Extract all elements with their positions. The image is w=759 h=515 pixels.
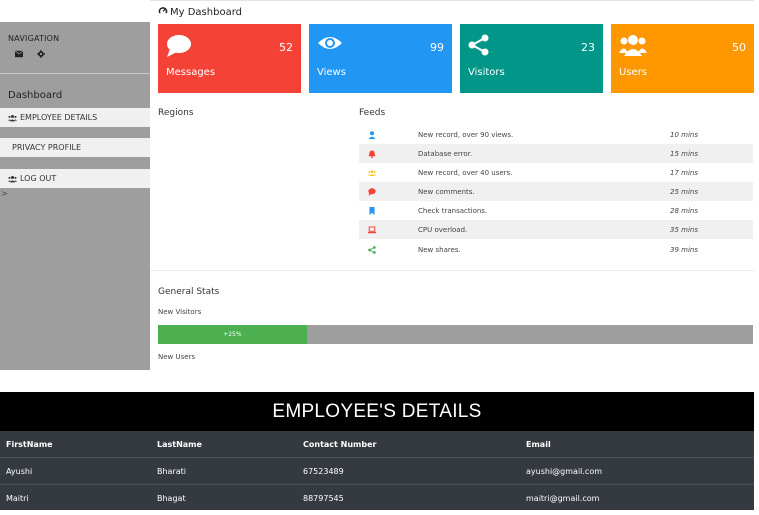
sidebar-divider	[0, 73, 150, 74]
feed-text: New record, over 40 users.	[418, 168, 513, 177]
new-users-label: New Users	[158, 353, 196, 361]
new-visitors-progress: +25%	[158, 325, 753, 344]
sidebar-item-label: EMPLOYEE DETAILS	[20, 113, 98, 122]
sidebar-item-log-out[interactable]: LOG OUT	[0, 169, 150, 188]
cell-lastname: Bhagat	[157, 494, 186, 503]
feed-item[interactable]: CPU overload. 35 mins	[359, 220, 753, 239]
nav-icons	[15, 50, 45, 58]
users-icon	[619, 34, 647, 60]
column-header-lastname: LastName	[157, 440, 202, 449]
column-header-firstname: FirstName	[6, 440, 53, 449]
card-label: Messages	[166, 67, 216, 78]
cell-lastname: Bharati	[157, 467, 187, 476]
sidebar: NAVIGATION Dashboard EMPLOYEE DETAILS PR…	[0, 22, 150, 370]
users-icon	[8, 114, 17, 122]
feed-item[interactable]: Database error. 15 mins	[359, 144, 753, 163]
feed-time: 35 mins	[670, 225, 698, 234]
feed-text: Database error.	[418, 149, 473, 158]
feed-item[interactable]: New comments. 25 mins	[359, 182, 753, 201]
sidebar-item-privacy-profile[interactable]: PRIVACY PROFILE	[0, 138, 150, 157]
cell-firstname: Ayushi	[6, 467, 33, 476]
page-title-text: My Dashboard	[170, 7, 242, 18]
sidebar-dashboard-label[interactable]: Dashboard	[8, 90, 62, 101]
feed-item[interactable]: New shares. 39 mins	[359, 240, 753, 259]
feed-text: New comments.	[418, 187, 475, 196]
table-row: Ayushi Bharati 67523489 ayushi@gmail.com	[0, 457, 754, 483]
sidebar-item-employee-details[interactable]: EMPLOYEE DETAILS	[0, 108, 150, 127]
card-views[interactable]: 99 Views	[309, 24, 452, 93]
card-visitors[interactable]: 23 Visitors	[460, 24, 603, 93]
page: NAVIGATION Dashboard EMPLOYEE DETAILS PR…	[0, 0, 759, 515]
feed-item[interactable]: Check transactions. 28 mins	[359, 201, 753, 220]
card-count: 23	[581, 41, 595, 54]
cell-email: maitri@gmail.com	[526, 494, 600, 503]
sidebar-item-label: LOG OUT	[20, 174, 57, 183]
cell-email: ayushi@gmail.com	[526, 467, 603, 476]
sidebar-item-label: PRIVACY PROFILE	[12, 143, 82, 152]
sidebar-toggle-caret[interactable]: >	[1, 189, 8, 198]
feed-time: 39 mins	[670, 245, 698, 254]
card-messages[interactable]: 52 Messages	[158, 24, 301, 93]
employee-table: FirstName LastName Contact Number Email …	[0, 431, 754, 510]
feed-text: Check transactions.	[418, 206, 488, 215]
card-count: 52	[279, 41, 293, 54]
feed-time: 10 mins	[670, 130, 698, 139]
feed-time: 17 mins	[670, 168, 698, 177]
cell-firstname: Maitri	[6, 494, 29, 503]
table-row: Maitri Bhagat 88797545 maitri@gmail.com	[0, 484, 754, 510]
column-header-email: Email	[526, 440, 551, 449]
progress-label: +25%	[223, 331, 242, 338]
laptop-icon	[368, 226, 376, 234]
card-users[interactable]: 50 Users	[611, 24, 754, 93]
nav-heading: NAVIGATION	[8, 34, 60, 43]
section-divider	[150, 270, 754, 271]
card-label: Views	[317, 67, 346, 78]
general-stats-heading: General Stats	[158, 287, 220, 297]
table-header-row: FirstName LastName Contact Number Email	[0, 431, 754, 457]
comment-icon	[368, 187, 376, 196]
regions-heading: Regions	[158, 108, 194, 118]
feed-text: New record, over 90 views.	[418, 130, 514, 139]
feed-time: 25 mins	[670, 187, 698, 196]
card-count: 50	[732, 41, 746, 54]
card-count: 99	[430, 41, 444, 54]
user-icon	[368, 130, 376, 139]
card-label: Users	[619, 67, 648, 78]
feed-time: 15 mins	[670, 149, 698, 158]
bell-icon	[368, 150, 376, 158]
cell-contact: 67523489	[303, 467, 344, 476]
card-label: Visitors	[468, 67, 505, 78]
share-icon	[468, 34, 490, 60]
page-title: My Dashboard	[158, 6, 242, 19]
feed-time: 28 mins	[670, 206, 698, 215]
eye-icon	[317, 34, 343, 56]
new-visitors-label: New Visitors	[158, 308, 202, 316]
share-icon	[368, 245, 376, 254]
dashboard-icon	[158, 6, 170, 19]
feed-text: New shares.	[418, 245, 461, 254]
feed-item[interactable]: New record, over 40 users. 17 mins	[359, 163, 753, 182]
users-icon	[8, 175, 17, 183]
envelope-icon[interactable]	[15, 50, 23, 58]
feeds-heading: Feeds	[359, 108, 386, 118]
cell-contact: 88797545	[303, 494, 344, 503]
users-icon	[368, 169, 376, 177]
bookmark-icon	[368, 206, 376, 215]
feed-item[interactable]: New record, over 90 views. 10 mins	[359, 125, 753, 144]
gear-icon[interactable]	[37, 50, 45, 58]
column-header-contact: Contact Number	[303, 440, 377, 449]
employee-details-title: EMPLOYEE'S DETAILS	[0, 392, 754, 431]
comment-icon	[166, 34, 192, 62]
header-divider	[150, 0, 754, 1]
feed-text: CPU overload.	[418, 225, 468, 234]
progress-fill: +25%	[158, 325, 307, 344]
